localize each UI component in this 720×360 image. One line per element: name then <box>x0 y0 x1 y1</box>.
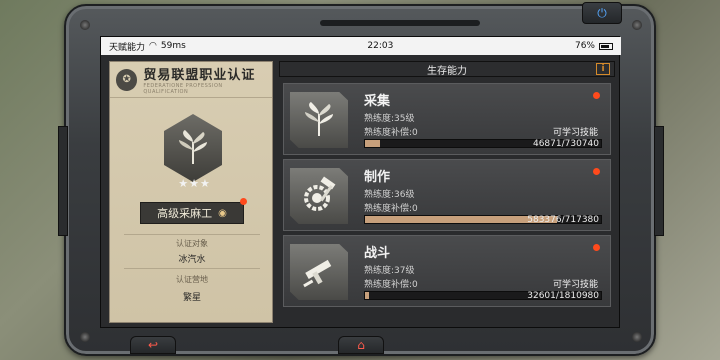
screw <box>632 20 642 30</box>
skill-progress-bar: 32601/1810980 <box>364 291 602 301</box>
back-button[interactable]: ↩ <box>130 336 176 354</box>
notification-dot <box>240 198 247 205</box>
skills-panel: 生存能力 i 采集 熟练度:35级 熟练度补偿:0 可学习技能 46871/73… <box>279 61 615 323</box>
skill-name: 制作 <box>364 170 391 185</box>
certificate-panel: ✪ 贸易联盟职业认证 FEDERATIONE PROFESSION QUALIF… <box>109 61 273 323</box>
power-button[interactable]: ⏻ <box>582 2 622 24</box>
certificate-header: ✪ 贸易联盟职业认证 FEDERATIONE PROFESSION QUALIF… <box>110 62 272 98</box>
divider <box>124 234 260 235</box>
skills-header: 生存能力 i <box>279 61 615 77</box>
eye-icon[interactable]: ◉ <box>218 208 227 219</box>
skill-compensation: 熟练度补偿:0 <box>364 280 418 290</box>
screw <box>80 20 90 30</box>
clock: 22:03 <box>367 41 394 51</box>
skill-progress-text: 46871/730740 <box>532 139 599 149</box>
notification-dot <box>593 168 600 175</box>
skill-level: 熟练度:37级 <box>364 266 415 276</box>
skill-card-combat[interactable]: 战斗 熟练度:37级 熟练度补偿:0 可学习技能 32601/1810980 <box>283 235 611 307</box>
target-label: 认证对象 <box>176 239 208 248</box>
rank-stars: ★ ★ ★ <box>176 178 212 190</box>
battery-percent: 76% <box>574 41 595 51</box>
skill-card-gathering[interactable]: 采集 熟练度:35级 熟练度补偿:0 可学习技能 46871/730740 <box>283 83 611 155</box>
skill-card-crafting[interactable]: 制作 熟练度:36级 熟练度补偿:0 583376/717380 <box>283 159 611 231</box>
rank-label: 高级采麻工 <box>157 207 213 220</box>
skill-compensation: 熟练度补偿:0 <box>364 128 418 138</box>
screw <box>632 332 642 342</box>
carrier-label: 天赋能力 <box>109 42 146 53</box>
certificate-subtitle: FEDERATIONE PROFESSION QUALIFICATION <box>143 83 223 95</box>
star-icon: ★ <box>178 177 189 190</box>
notification-dot <box>593 92 600 99</box>
plant-icon <box>179 130 207 164</box>
notification-dot <box>593 244 600 251</box>
skill-progress-bar: 583376/717380 <box>364 215 602 225</box>
battery-icon <box>599 42 613 50</box>
top-slot <box>320 20 480 26</box>
back-icon: ↩ <box>147 338 159 352</box>
home-icon: ⌂ <box>357 338 365 352</box>
certificate-title: 贸易联盟职业认证 <box>143 68 256 83</box>
plant-icon <box>305 102 333 136</box>
skill-icon-frame <box>290 244 348 300</box>
wifi-icon: ◠ <box>149 41 157 51</box>
skill-name: 战斗 <box>364 246 391 261</box>
federation-seal-icon: ✪ <box>116 68 138 91</box>
skill-compensation: 熟练度补偿:0 <box>364 204 418 214</box>
skill-level: 熟练度:35级 <box>364 114 415 124</box>
divider <box>124 268 260 269</box>
latency-label: 59ms <box>160 41 186 51</box>
skill-progress-fill <box>365 292 370 299</box>
skills-title: 生存能力 <box>427 65 467 77</box>
skill-icon-frame <box>290 168 348 224</box>
skill-progress-bar: 46871/730740 <box>364 139 602 149</box>
skill-icon-frame <box>290 92 348 148</box>
learnable-skill-label: 可学习技能 <box>552 280 598 290</box>
skill-level: 熟练度:36级 <box>364 190 415 200</box>
star-icon: ★ <box>189 177 199 190</box>
left-side-tab <box>58 126 68 236</box>
learnable-skill-label: 可学习技能 <box>552 128 598 138</box>
gun-icon <box>303 259 332 288</box>
gear-hammer-icon <box>304 176 336 211</box>
target-value: 冰汽水 <box>178 255 206 265</box>
screw <box>80 332 90 342</box>
skill-progress-text: 583376/717380 <box>527 215 599 225</box>
info-button[interactable]: i <box>596 63 610 75</box>
rank-badge[interactable]: 高级采麻工 ◉ <box>140 202 244 224</box>
profession-emblem-icon <box>164 114 222 182</box>
skill-name: 采集 <box>364 94 391 109</box>
status-bar: 天赋能力 ◠ 59ms 22:03 76% <box>101 37 621 55</box>
right-side-tab <box>654 126 664 236</box>
power-icon: ⏻ <box>597 5 607 20</box>
skill-progress-fill <box>365 140 381 147</box>
skill-progress-text: 32601/1810980 <box>527 291 599 301</box>
screen: 天赋能力 ◠ 59ms 22:03 76% ✪ 贸易联盟职业认证 FEDERAT… <box>100 36 621 328</box>
camp-label: 认证营地 <box>176 275 208 284</box>
star-icon: ★ <box>199 177 210 190</box>
home-button[interactable]: ⌂ <box>338 336 384 354</box>
camp-value: 繁星 <box>182 293 201 303</box>
